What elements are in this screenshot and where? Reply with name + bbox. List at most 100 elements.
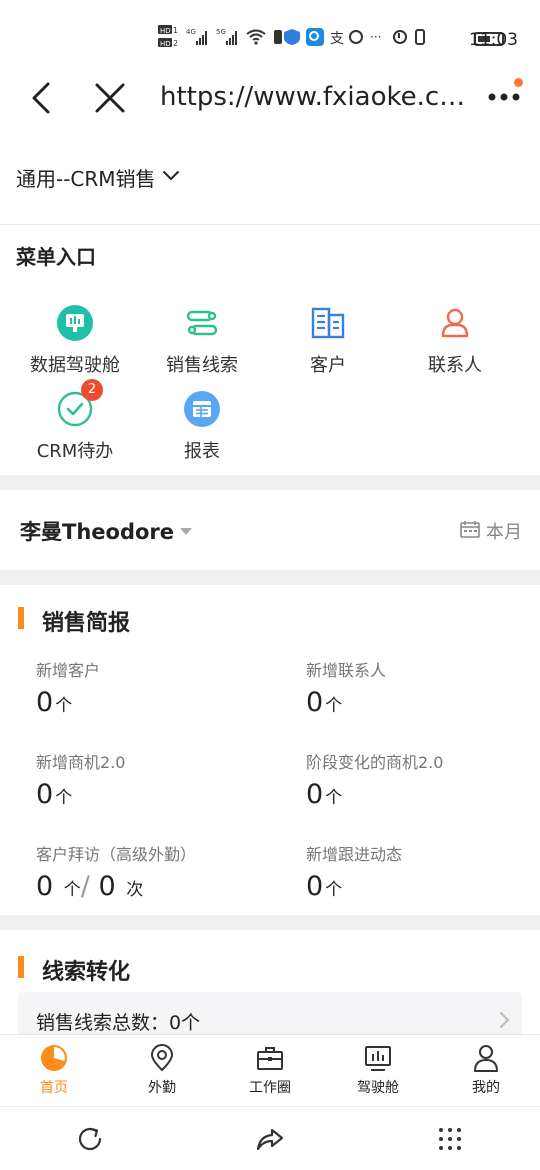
svg-text:支: 支 <box>330 31 344 47</box>
stat-customer-visits[interactable]: 客户拜访（高级外勤） 0 个/ 0 次 <box>36 841 276 902</box>
menu-label: 联系人 <box>428 355 482 376</box>
stat-stage-changed-opportunities[interactable]: 阶段变化的商机2.0 0个 <box>306 749 540 810</box>
stat-new-customers[interactable]: 新增客户 0个 <box>36 657 276 718</box>
stat-new-opportunities[interactable]: 新增商机2.0 0个 <box>36 749 276 810</box>
user-selector[interactable]: 李曼Theodore <box>20 516 193 546</box>
tab-label: 我的 <box>472 1080 500 1096</box>
stat-separator: / <box>80 871 90 902</box>
section-accent-bar <box>18 956 24 978</box>
briefcase-icon <box>255 1043 285 1073</box>
browser-nav-bar: https://www.fxiaoke.co... <box>0 70 540 130</box>
stat-unit: 个 <box>63 880 81 900</box>
menu-item-leads[interactable]: 销售线索 <box>137 303 267 377</box>
stat-unit: 个 <box>325 788 343 808</box>
location-icon <box>147 1043 177 1073</box>
menu-label: 数据驾驶舱 <box>30 355 120 376</box>
chevron-right-icon <box>498 1010 512 1030</box>
notification-dot <box>514 78 523 87</box>
menu-item-report[interactable]: 报表 <box>137 389 267 463</box>
svg-text:HD: HD <box>160 27 171 35</box>
stat-label: 新增商机2.0 <box>36 753 126 772</box>
stat-new-followups[interactable]: 新增跟进动态 0个 <box>306 841 540 902</box>
refresh-icon[interactable] <box>74 1123 106 1155</box>
page-url: https://www.fxiaoke.co... <box>160 82 470 112</box>
tab-label: 外勤 <box>148 1080 176 1096</box>
scope-selector[interactable]: 通用--CRM销售 <box>0 145 540 225</box>
menu-label: 报表 <box>184 441 220 462</box>
tab-label: 驾驶舱 <box>357 1080 399 1096</box>
grid-menu-icon[interactable] <box>434 1123 466 1155</box>
stat-unit: 个 <box>55 788 73 808</box>
sales-brief-section: 销售简报 新增客户 0个 新增联系人 0个 新增商机2.0 0个 阶段变化的商机… <box>0 585 540 915</box>
tab-cockpit[interactable]: 驾驶舱 <box>324 1043 432 1097</box>
section-accent-bar <box>18 607 24 629</box>
tab-home[interactable]: 首页 <box>0 1043 108 1097</box>
svg-text:···: ··· <box>370 30 381 44</box>
wifi-icon <box>246 29 266 48</box>
svg-text:4G: 4G <box>186 28 196 36</box>
signal-4g-icon: 4G <box>186 27 210 50</box>
lead-conversion-title: 线索转化 <box>42 960 131 985</box>
caret-down-icon <box>180 527 193 535</box>
menu-label: 客户 <box>310 355 346 376</box>
scope-text: 通用--CRM销售 <box>16 167 156 191</box>
lead-conversion-section: 线索转化 销售线索总数：0个 <box>0 930 540 1034</box>
menu-section-title: 菜单入口 <box>16 245 96 269</box>
stat-unit: 个 <box>55 696 73 716</box>
user-filter-row: 李曼Theodore 本月 <box>0 490 540 570</box>
stat-label: 新增联系人 <box>306 661 387 680</box>
cockpit-icon <box>363 1043 393 1073</box>
tab-field[interactable]: 外勤 <box>108 1043 216 1097</box>
tab-mine[interactable]: 我的 <box>432 1043 540 1097</box>
lead-total-label: 销售线索总数： <box>36 1012 170 1034</box>
chevron-down-icon <box>160 164 182 191</box>
status-time: 11:03 <box>469 30 518 50</box>
menu-item-contact[interactable]: 联系人 <box>390 303 520 377</box>
stat-new-contacts[interactable]: 新增联系人 0个 <box>306 657 540 718</box>
todo-icon: 2 <box>55 379 103 429</box>
stat-label: 阶段变化的商机2.0 <box>306 753 444 772</box>
back-icon[interactable] <box>24 80 60 116</box>
period-selector[interactable]: 本月 <box>460 518 522 544</box>
close-icon[interactable] <box>92 80 128 116</box>
menu-section: 菜单入口 数据驾驶舱 销售线索 客户 联系人 2 CRM待办 报表 <box>0 225 540 475</box>
report-icon <box>182 389 222 429</box>
svg-text:5G: 5G <box>216 28 226 36</box>
stat-value: 0 <box>36 687 54 718</box>
scope-label[interactable]: 通用--CRM销售 <box>16 163 182 192</box>
svg-text:1: 1 <box>173 26 178 35</box>
menu-item-customer[interactable]: 客户 <box>263 303 393 377</box>
stat-label: 新增客户 <box>36 661 101 680</box>
signal-5g-icon: 5G <box>216 27 240 50</box>
period-label: 本月 <box>486 522 522 543</box>
stat-unit: 个 <box>325 696 343 716</box>
tab-label: 首页 <box>40 1080 68 1096</box>
menu-label: CRM待办 <box>36 441 114 462</box>
browser-bottom-bar <box>0 1106 540 1170</box>
todo-badge: 2 <box>81 379 103 401</box>
share-icon[interactable] <box>254 1123 286 1155</box>
stat-label: 新增跟进动态 <box>306 845 403 864</box>
home-chart-icon <box>39 1043 69 1073</box>
stat-unit: 个 <box>325 880 343 900</box>
stat-value-2: 0 <box>98 871 116 902</box>
stat-value: 0 <box>36 779 54 810</box>
leads-icon <box>182 303 222 343</box>
lead-total-row[interactable]: 销售线索总数：0个 <box>18 992 522 1034</box>
svg-text:HD: HD <box>160 40 171 48</box>
stat-label: 客户拜访（高级外勤） <box>36 845 197 864</box>
building-icon <box>308 303 348 343</box>
bottom-tab-bar: 首页 外勤 工作圈 驾驶舱 我的 <box>0 1034 540 1106</box>
section-divider <box>0 915 540 930</box>
menu-item-crm-todo[interactable]: 2 CRM待办 <box>10 379 140 463</box>
svg-text:2: 2 <box>173 39 178 48</box>
menu-item-dashboard[interactable]: 数据驾驶舱 <box>10 303 140 377</box>
section-divider <box>0 475 540 490</box>
calendar-icon <box>460 520 480 543</box>
sales-brief-title: 销售简报 <box>42 611 131 636</box>
section-divider <box>0 570 540 585</box>
tab-work-circle[interactable]: 工作圈 <box>216 1043 324 1097</box>
notification-icons: 支 ··· <box>272 27 468 50</box>
tab-label: 工作圈 <box>249 1080 291 1096</box>
stat-value: 0 <box>306 871 324 902</box>
